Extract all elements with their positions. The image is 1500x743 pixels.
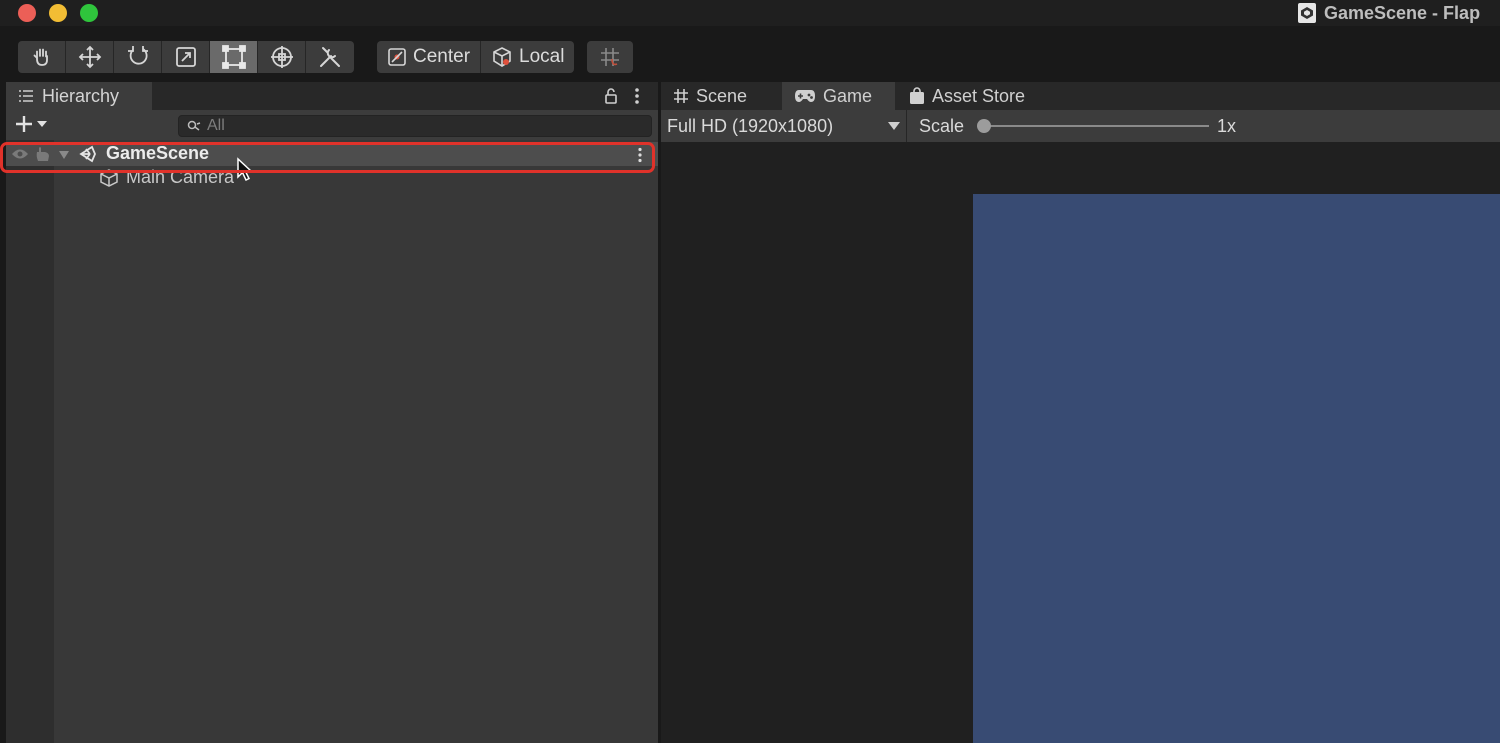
minimize-window-button[interactable] <box>49 4 67 22</box>
hierarchy-panel: Hierarchy All GameScene Main Camera <box>6 82 658 743</box>
resolution-value: Full HD (1920x1080) <box>667 115 834 136</box>
custom-tools-button[interactable] <box>306 41 354 73</box>
transform-tool-button[interactable] <box>258 41 306 73</box>
chevron-down-icon <box>888 122 900 130</box>
window-title-text: GameScene - Flap <box>1324 2 1481 23</box>
grid-snap-icon <box>601 48 619 66</box>
hand-tool-button[interactable] <box>18 41 66 73</box>
unity-logo-icon <box>1298 3 1316 23</box>
pivot-center-icon <box>388 48 406 66</box>
move-icon <box>78 45 101 69</box>
local-cube-icon <box>493 47 511 67</box>
scale-slider-thumb[interactable] <box>977 119 991 133</box>
visibility-gutter <box>6 140 54 743</box>
rotate-icon <box>127 46 148 65</box>
more-options-icon[interactable] <box>634 87 640 105</box>
scale-icon <box>175 47 196 67</box>
hand-icon <box>33 48 48 66</box>
hierarchy-search-input[interactable]: All <box>178 115 652 137</box>
close-window-button[interactable] <box>18 4 36 22</box>
game-view-panel: Scene Game Asset Store Full HD (1920x108… <box>661 82 1500 743</box>
tab-scene[interactable]: Scene <box>661 82 782 110</box>
rotate-tool-button[interactable] <box>114 41 162 73</box>
title-bar: GameScene - Flap <box>0 0 1500 26</box>
game-view-toolbar: Full HD (1920x1080) Scale 1x <box>661 110 1500 142</box>
rect-tool-button[interactable] <box>210 41 258 73</box>
pivot-rotation-label: Local <box>519 46 565 67</box>
tools-icon <box>320 47 340 67</box>
tab-game-label: Game <box>823 85 873 106</box>
gamepad-icon <box>795 90 815 102</box>
lock-icon[interactable] <box>604 88 618 104</box>
tab-asset-store-label: Asset Store <box>932 85 1026 106</box>
grid-snap-group <box>587 41 633 73</box>
chevron-down-icon <box>37 121 47 127</box>
scale-value: 1x <box>1217 116 1237 136</box>
resolution-dropdown[interactable]: Full HD (1920x1080) <box>661 110 907 142</box>
move-tool-button[interactable] <box>66 41 114 73</box>
hierarchy-tab[interactable]: Hierarchy <box>6 82 152 110</box>
grid-snapping-button[interactable] <box>587 41 633 73</box>
transform-icon <box>270 46 293 68</box>
pivot-group: Center Local <box>377 41 575 73</box>
list-icon <box>19 90 33 102</box>
search-placeholder: All <box>207 117 225 134</box>
rect-icon <box>221 45 246 69</box>
scene-row-highlight <box>0 142 655 173</box>
hierarchy-tab-label: Hierarchy <box>42 85 120 106</box>
create-dropdown-button[interactable] <box>14 114 48 134</box>
shopping-bag-icon <box>910 87 924 104</box>
view-tab-bar: Scene Game Asset Store <box>661 82 1500 110</box>
maximize-window-button[interactable] <box>80 4 98 22</box>
plus-icon <box>16 116 32 132</box>
scale-label: Scale <box>919 116 965 136</box>
scale-slider-track[interactable] <box>983 125 1209 127</box>
game-render-canvas[interactable] <box>973 194 1500 743</box>
search-icon <box>187 120 201 131</box>
scale-tool-button[interactable] <box>162 41 210 73</box>
pivot-mode-button[interactable]: Center <box>377 41 482 73</box>
pivot-rotation-button[interactable]: Local <box>481 41 575 73</box>
window-title: GameScene - Flap <box>1298 2 1480 24</box>
transform-tools <box>18 41 354 73</box>
main-toolbar: Center Local <box>0 26 1500 82</box>
tab-asset-store[interactable]: Asset Store <box>897 82 1047 110</box>
pivot-mode-label: Center <box>413 46 471 67</box>
tab-scene-label: Scene <box>696 85 748 106</box>
tab-game[interactable]: Game <box>782 82 895 110</box>
hierarchy-toolbar: All <box>6 110 658 140</box>
grid-icon <box>674 89 688 103</box>
hierarchy-tab-bar: Hierarchy <box>6 82 658 110</box>
